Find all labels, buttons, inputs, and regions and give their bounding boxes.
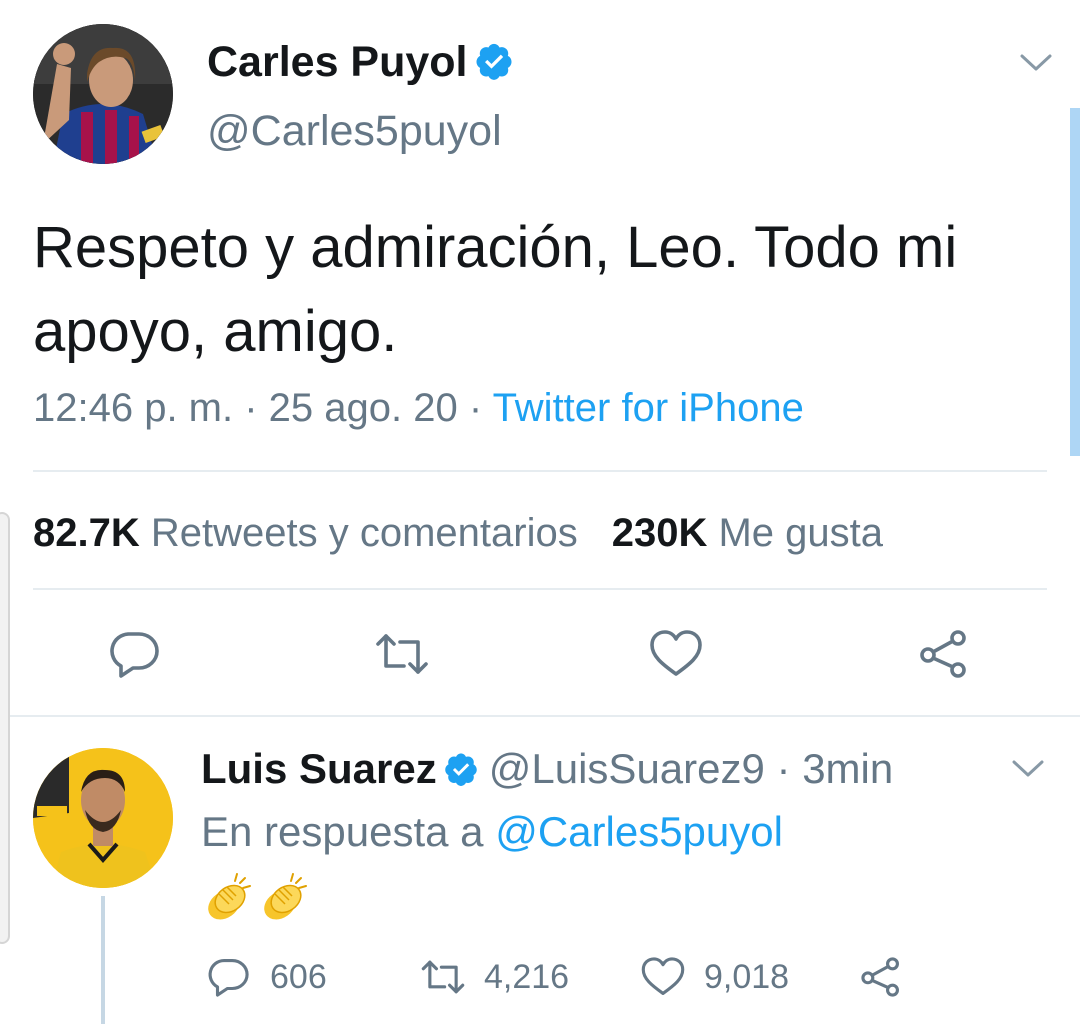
chevron-down-icon[interactable] [1010, 756, 1046, 780]
verified-badge-icon [445, 753, 477, 786]
divider [10, 715, 1080, 717]
reply-count: 606 [270, 957, 327, 996]
retweet-count: 4,216 [484, 957, 570, 996]
divider [33, 588, 1047, 590]
edge-handle [0, 512, 10, 944]
clapping-hands-emoji-icon [264, 873, 307, 920]
retweet-icon [421, 960, 465, 994]
author-name[interactable]: Carles Puyol [207, 38, 514, 87]
retweets-label[interactable]: Retweets y comentarios [151, 511, 578, 555]
tweet-timestamp: 12:46 p. m. · 25 ago. 20 · [33, 386, 493, 430]
avatar[interactable] [33, 24, 173, 164]
share-icon [861, 957, 899, 997]
clapping-hands-emoji-icon [208, 873, 251, 920]
tweet-meta: 12:46 p. m. · 25 ago. 20 · Twitter for i… [33, 386, 804, 431]
verified-badge-icon [476, 43, 511, 80]
like-icon [641, 957, 685, 995]
author-handle[interactable]: @Carles5puyol [207, 107, 502, 156]
tweet-text: Respeto y admiración, Leo. Todo mi apoyo… [33, 215, 958, 364]
reply-reply-button[interactable]: 606 [206, 954, 327, 1000]
reply-header: Luis Suarez @LuisSuarez9 · 3min [201, 745, 893, 793]
reply-to: En respuesta a @Carles5puyol [201, 808, 783, 856]
reply-author-name[interactable]: Luis Suarez [201, 745, 437, 792]
retweet-icon[interactable] [374, 628, 430, 680]
thread-line [101, 896, 105, 1024]
like-icon[interactable] [648, 628, 704, 680]
reply-to-prefix: En respuesta a [201, 808, 496, 855]
retweets-count[interactable]: 82.7K [33, 511, 140, 555]
scroll-indicator[interactable] [1070, 108, 1080, 456]
tweet-source-link[interactable]: Twitter for iPhone [493, 386, 804, 430]
divider [33, 470, 1047, 472]
likes-label[interactable]: Me gusta [718, 511, 883, 555]
tweet-stats: 82.7K Retweets y comentarios 230K Me gust… [33, 511, 883, 556]
reply-to-handle-link[interactable]: @Carles5puyol [495, 808, 783, 855]
author-name-text[interactable]: Carles Puyol [207, 38, 468, 86]
reply-like-button[interactable]: 9,018 [640, 954, 789, 1000]
reply-handle-time[interactable]: @LuisSuarez9 · 3min [489, 745, 893, 792]
like-count: 9,018 [704, 957, 790, 996]
reply-share-button[interactable] [858, 954, 904, 1000]
reply-avatar[interactable] [33, 748, 173, 888]
reply-icon [208, 959, 249, 997]
chevron-down-icon[interactable] [1018, 50, 1054, 74]
share-icon[interactable] [916, 628, 972, 680]
reply-retweet-button[interactable]: 4,216 [420, 954, 569, 1000]
reply-icon[interactable] [107, 628, 163, 680]
reply-text [199, 870, 311, 931]
likes-count[interactable]: 230K [612, 511, 708, 555]
